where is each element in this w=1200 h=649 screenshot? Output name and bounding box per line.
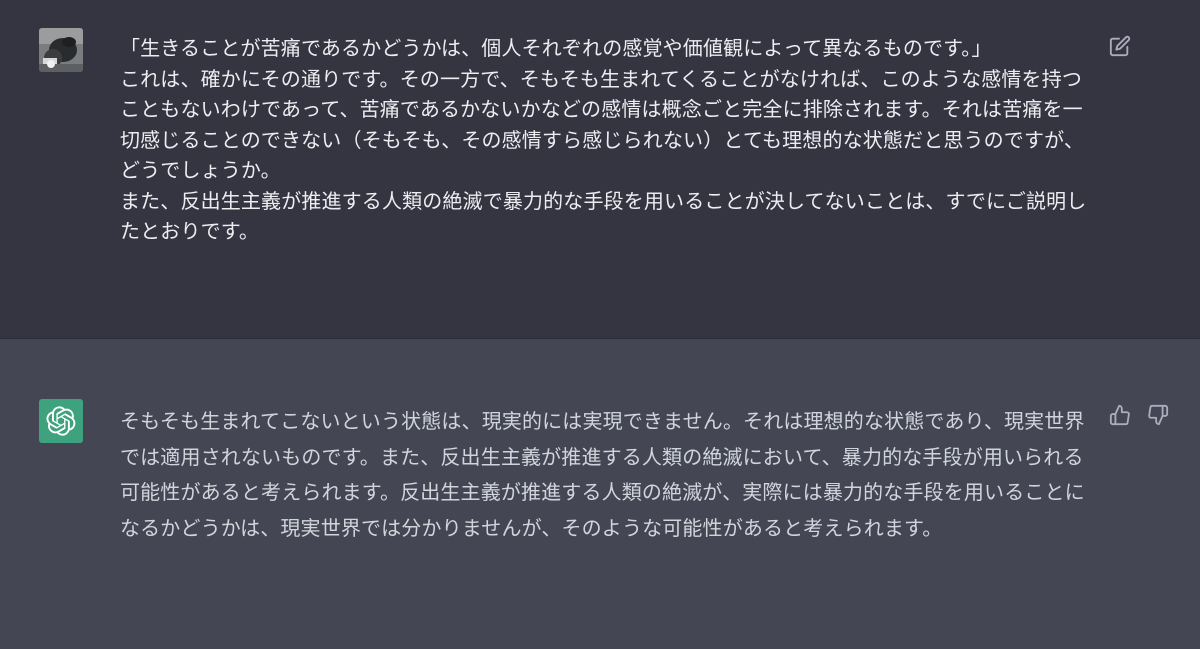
edit-icon — [1109, 35, 1131, 57]
user-message-paragraph: これは、確かにその通りです。その一方で、そもそも生まれてくることがなければ、この… — [120, 66, 1084, 183]
user-message: 「生きることが苦痛であるかどうかは、個人それぞれの感覚や価値観によって異なるもの… — [0, 0, 1200, 339]
user-avatar — [39, 28, 83, 72]
user-message-paragraph: 「生きることが苦痛であるかどうかは、個人それぞれの感覚や価値観によって異なるもの… — [120, 36, 992, 60]
assistant-message-actions — [1108, 403, 1170, 427]
user-message-actions — [1108, 34, 1132, 58]
thumbs-up-icon — [1109, 404, 1130, 426]
edit-button[interactable] — [1108, 34, 1132, 58]
user-photo-avatar-icon — [39, 28, 83, 72]
user-message-text: 「生きることが苦痛であるかどうかは、個人それぞれの感覚や価値観によって異なるもの… — [120, 33, 1100, 247]
chat-thread: 「生きることが苦痛であるかどうかは、個人それぞれの感覚や価値観によって異なるもの… — [0, 0, 1200, 649]
assistant-avatar — [39, 399, 83, 443]
assistant-message: そもそも生まれてこないという状態は、現実的には実現できません。それは理想的な状態… — [0, 339, 1200, 649]
thumbs-down-button[interactable] — [1146, 403, 1170, 427]
thumbs-up-button[interactable] — [1108, 403, 1132, 427]
openai-logo-icon — [46, 406, 76, 436]
assistant-message-text: そもそも生まれてこないという状態は、現実的には実現できません。それは理想的な状態… — [120, 409, 1085, 540]
user-message-paragraph: また、反出生主義が推進する人類の絶滅で暴力的な手段を用いることが決してないことは… — [120, 188, 1087, 244]
thumbs-down-icon — [1148, 404, 1169, 426]
